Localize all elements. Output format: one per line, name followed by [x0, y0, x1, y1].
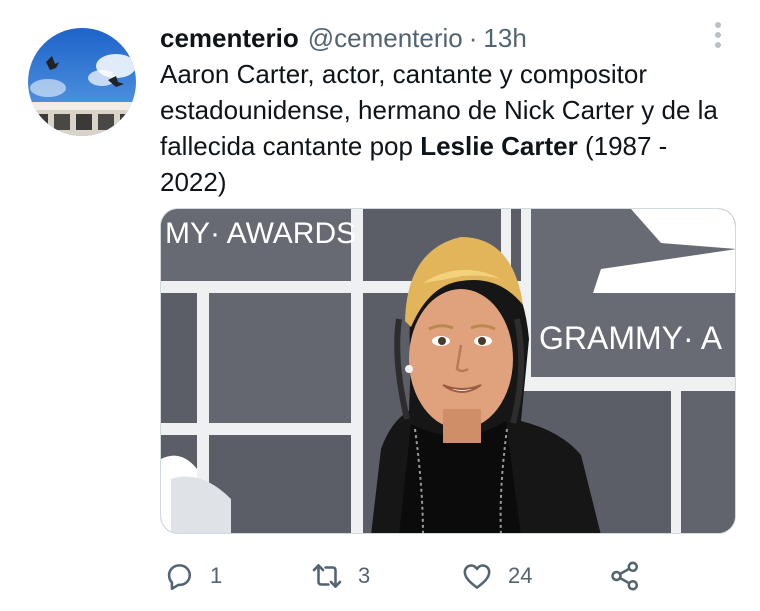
more-dot [715, 32, 721, 38]
timestamp[interactable]: 13h [483, 22, 526, 54]
more-options-icon[interactable] [704, 20, 732, 50]
reply-button[interactable]: 1 [162, 556, 222, 596]
more-dot [715, 22, 721, 28]
like-button[interactable]: 24 [460, 556, 532, 596]
author-name[interactable]: cementerio [160, 22, 299, 54]
heart-icon [463, 564, 491, 589]
retweet-count: 3 [358, 563, 371, 588]
tweet-header: cementerio @cementerio · 13h [160, 22, 527, 54]
avatar-image [28, 28, 136, 136]
tweet-actions: 1 3 24 [160, 556, 660, 596]
author-handle[interactable]: @cementerio [308, 22, 463, 54]
share-button[interactable] [608, 556, 642, 596]
tweet-text: Aaron Carter, actor, cantante y composit… [160, 56, 740, 200]
tweet-photo[interactable]: MY· AWARDS GRAMMY· A [160, 208, 736, 534]
backdrop-text-left: MY· AWARDS [165, 217, 356, 250]
avatar[interactable] [28, 28, 136, 136]
retweet-icon [312, 564, 342, 588]
photo-image: MY· AWARDS GRAMMY· A [161, 209, 735, 533]
retweet-button[interactable]: 3 [310, 556, 370, 596]
reply-icon [167, 564, 192, 591]
reply-count: 1 [210, 563, 223, 588]
like-count: 24 [508, 563, 533, 588]
backdrop-text-right: GRAMMY· A [539, 320, 723, 356]
tweet-text-bold: Leslie Carter [420, 131, 578, 161]
separator-dot: · [468, 23, 478, 53]
more-dot [715, 42, 721, 48]
share-icon [611, 561, 639, 591]
tweet-card[interactable]: cementerio @cementerio · 13h Aaron Carte… [0, 0, 760, 611]
